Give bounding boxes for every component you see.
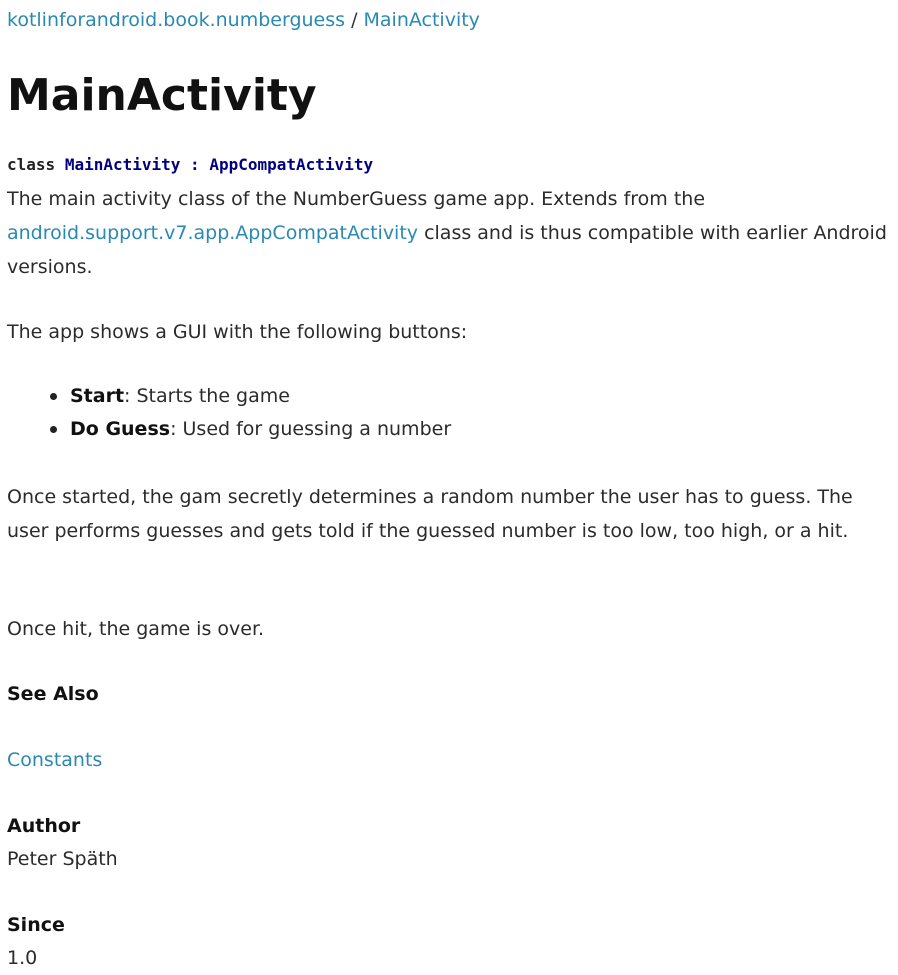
see-also-heading: See Also (7, 683, 99, 705)
signature-class-name[interactable]: MainActivity (65, 155, 181, 174)
description-text-before: The main activity class of the NumberGue… (7, 188, 706, 210)
page-title: MainActivity (7, 70, 317, 121)
button-desc-start: : Starts the game (124, 385, 290, 407)
button-name-start: Start (70, 385, 125, 407)
button-name-do-guess: Do Guess (70, 418, 171, 440)
breadcrumb-package-link[interactable]: kotlinforandroid.book.numberguess (7, 9, 345, 31)
breadcrumb-separator: / (345, 9, 364, 31)
signature-parent-link[interactable]: AppCompatActivity (209, 155, 373, 174)
list-item-start: Start: Starts the game (50, 380, 898, 413)
bullet-icon (50, 393, 57, 400)
bullet-icon (50, 426, 57, 433)
class-signature: class MainActivity : AppCompatActivity (7, 152, 373, 178)
signature-colon: : (190, 155, 200, 174)
since-value: 1.0 (7, 947, 38, 969)
author-heading: Author (7, 815, 81, 837)
signature-keyword: class (7, 155, 56, 174)
buttons-list: Start: Starts the game Do Guess: Used fo… (7, 380, 898, 446)
see-also-section: Constants (7, 743, 897, 777)
class-description: The main activity class of the NumberGue… (7, 182, 897, 284)
button-desc-do-guess: : Used for guessing a number (170, 418, 452, 440)
breadcrumb: kotlinforandroid.book.numberguess / Main… (7, 4, 480, 36)
list-item-do-guess: Do Guess: Used for guessing a number (50, 413, 898, 446)
author-value: Peter Späth (7, 848, 118, 870)
appcompat-activity-link[interactable]: android.support.v7.app.AppCompatActivity (7, 222, 418, 244)
breadcrumb-current-link[interactable]: MainActivity (364, 9, 480, 31)
constants-link[interactable]: Constants (7, 749, 102, 771)
game-over-paragraph: Once hit, the game is over. (7, 618, 265, 640)
since-heading: Since (7, 914, 65, 936)
game-description-paragraph: Once started, the gam secretly determine… (7, 486, 853, 542)
buttons-intro-text: The app shows a GUI with the following b… (7, 321, 468, 343)
